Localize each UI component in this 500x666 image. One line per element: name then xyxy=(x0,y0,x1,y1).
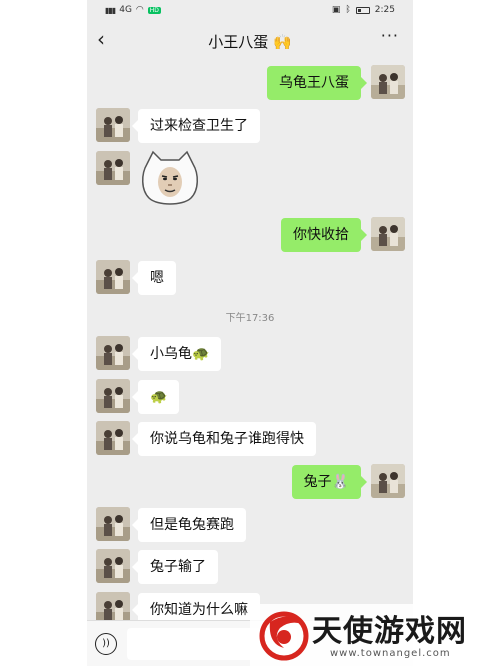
voice-icon[interactable]: )) xyxy=(95,633,117,655)
avatar-contact[interactable] xyxy=(96,108,130,142)
message-bubble-contact[interactable]: 你说乌龟和兔子谁跑得快 xyxy=(132,422,316,456)
message-bubble-contact[interactable]: 兔子输了 xyxy=(132,550,218,584)
chat-screen: ▮▮▮ 4G ◠ HD ▣ ᛒ 2:25 ‹ 小王八蛋 🙌 ··· 乌龟王八蛋 … xyxy=(87,0,413,666)
status-time: 2:25 xyxy=(374,5,395,15)
message-timestamp: 下午17:36 xyxy=(225,313,275,324)
battery-icon xyxy=(355,6,370,14)
avatar-contact[interactable] xyxy=(96,336,130,370)
more-icon[interactable]: ··· xyxy=(381,26,399,45)
avatar-contact[interactable] xyxy=(96,260,130,294)
message-bubble-self[interactable]: 乌龟王八蛋 xyxy=(267,66,367,100)
message-bubble-contact[interactable]: 嗯 xyxy=(132,261,176,295)
wifi-icon: ◠ xyxy=(135,5,144,15)
avatar-contact[interactable] xyxy=(96,507,130,541)
avatar-contact[interactable] xyxy=(96,151,130,185)
network-type: 4G xyxy=(119,5,132,15)
avatar-self[interactable] xyxy=(371,464,405,498)
message-bubble-contact[interactable]: 小乌龟🐢 xyxy=(131,337,222,371)
bluetooth-icon: ᛒ xyxy=(345,5,351,15)
vibrate-icon: ▣ xyxy=(331,5,341,15)
cat-face-sticker[interactable] xyxy=(139,150,201,208)
watermark-brand: 天使游戏网 xyxy=(312,614,467,649)
avatar-self[interactable] xyxy=(371,65,405,99)
chat-title: 小王八蛋 🙌 xyxy=(208,33,292,51)
message-bubble-contact[interactable]: 过来检查卫生了 xyxy=(132,109,260,143)
avatar-contact[interactable] xyxy=(96,421,130,455)
message-bubble-contact[interactable]: 🐢 xyxy=(131,380,180,414)
avatar-contact[interactable] xyxy=(96,379,130,413)
message-bubble-self[interactable]: 你快收拾 xyxy=(281,218,367,252)
hd-badge: HD xyxy=(147,6,161,14)
message-bubble-contact[interactable]: 但是龟兔赛跑 xyxy=(132,508,246,542)
status-bar: ▮▮▮ 4G ◠ HD ▣ ᛒ 2:25 xyxy=(87,0,413,22)
avatar-contact[interactable] xyxy=(96,549,130,583)
watermark-url: www.townangel.com xyxy=(330,648,451,659)
avatar-self[interactable] xyxy=(371,217,405,251)
message-bubble-self[interactable]: 兔子🐰 xyxy=(291,465,368,499)
signal-icon: ▮▮▮ xyxy=(105,5,116,15)
chat-header: ‹ 小王八蛋 🙌 ··· xyxy=(87,22,413,58)
